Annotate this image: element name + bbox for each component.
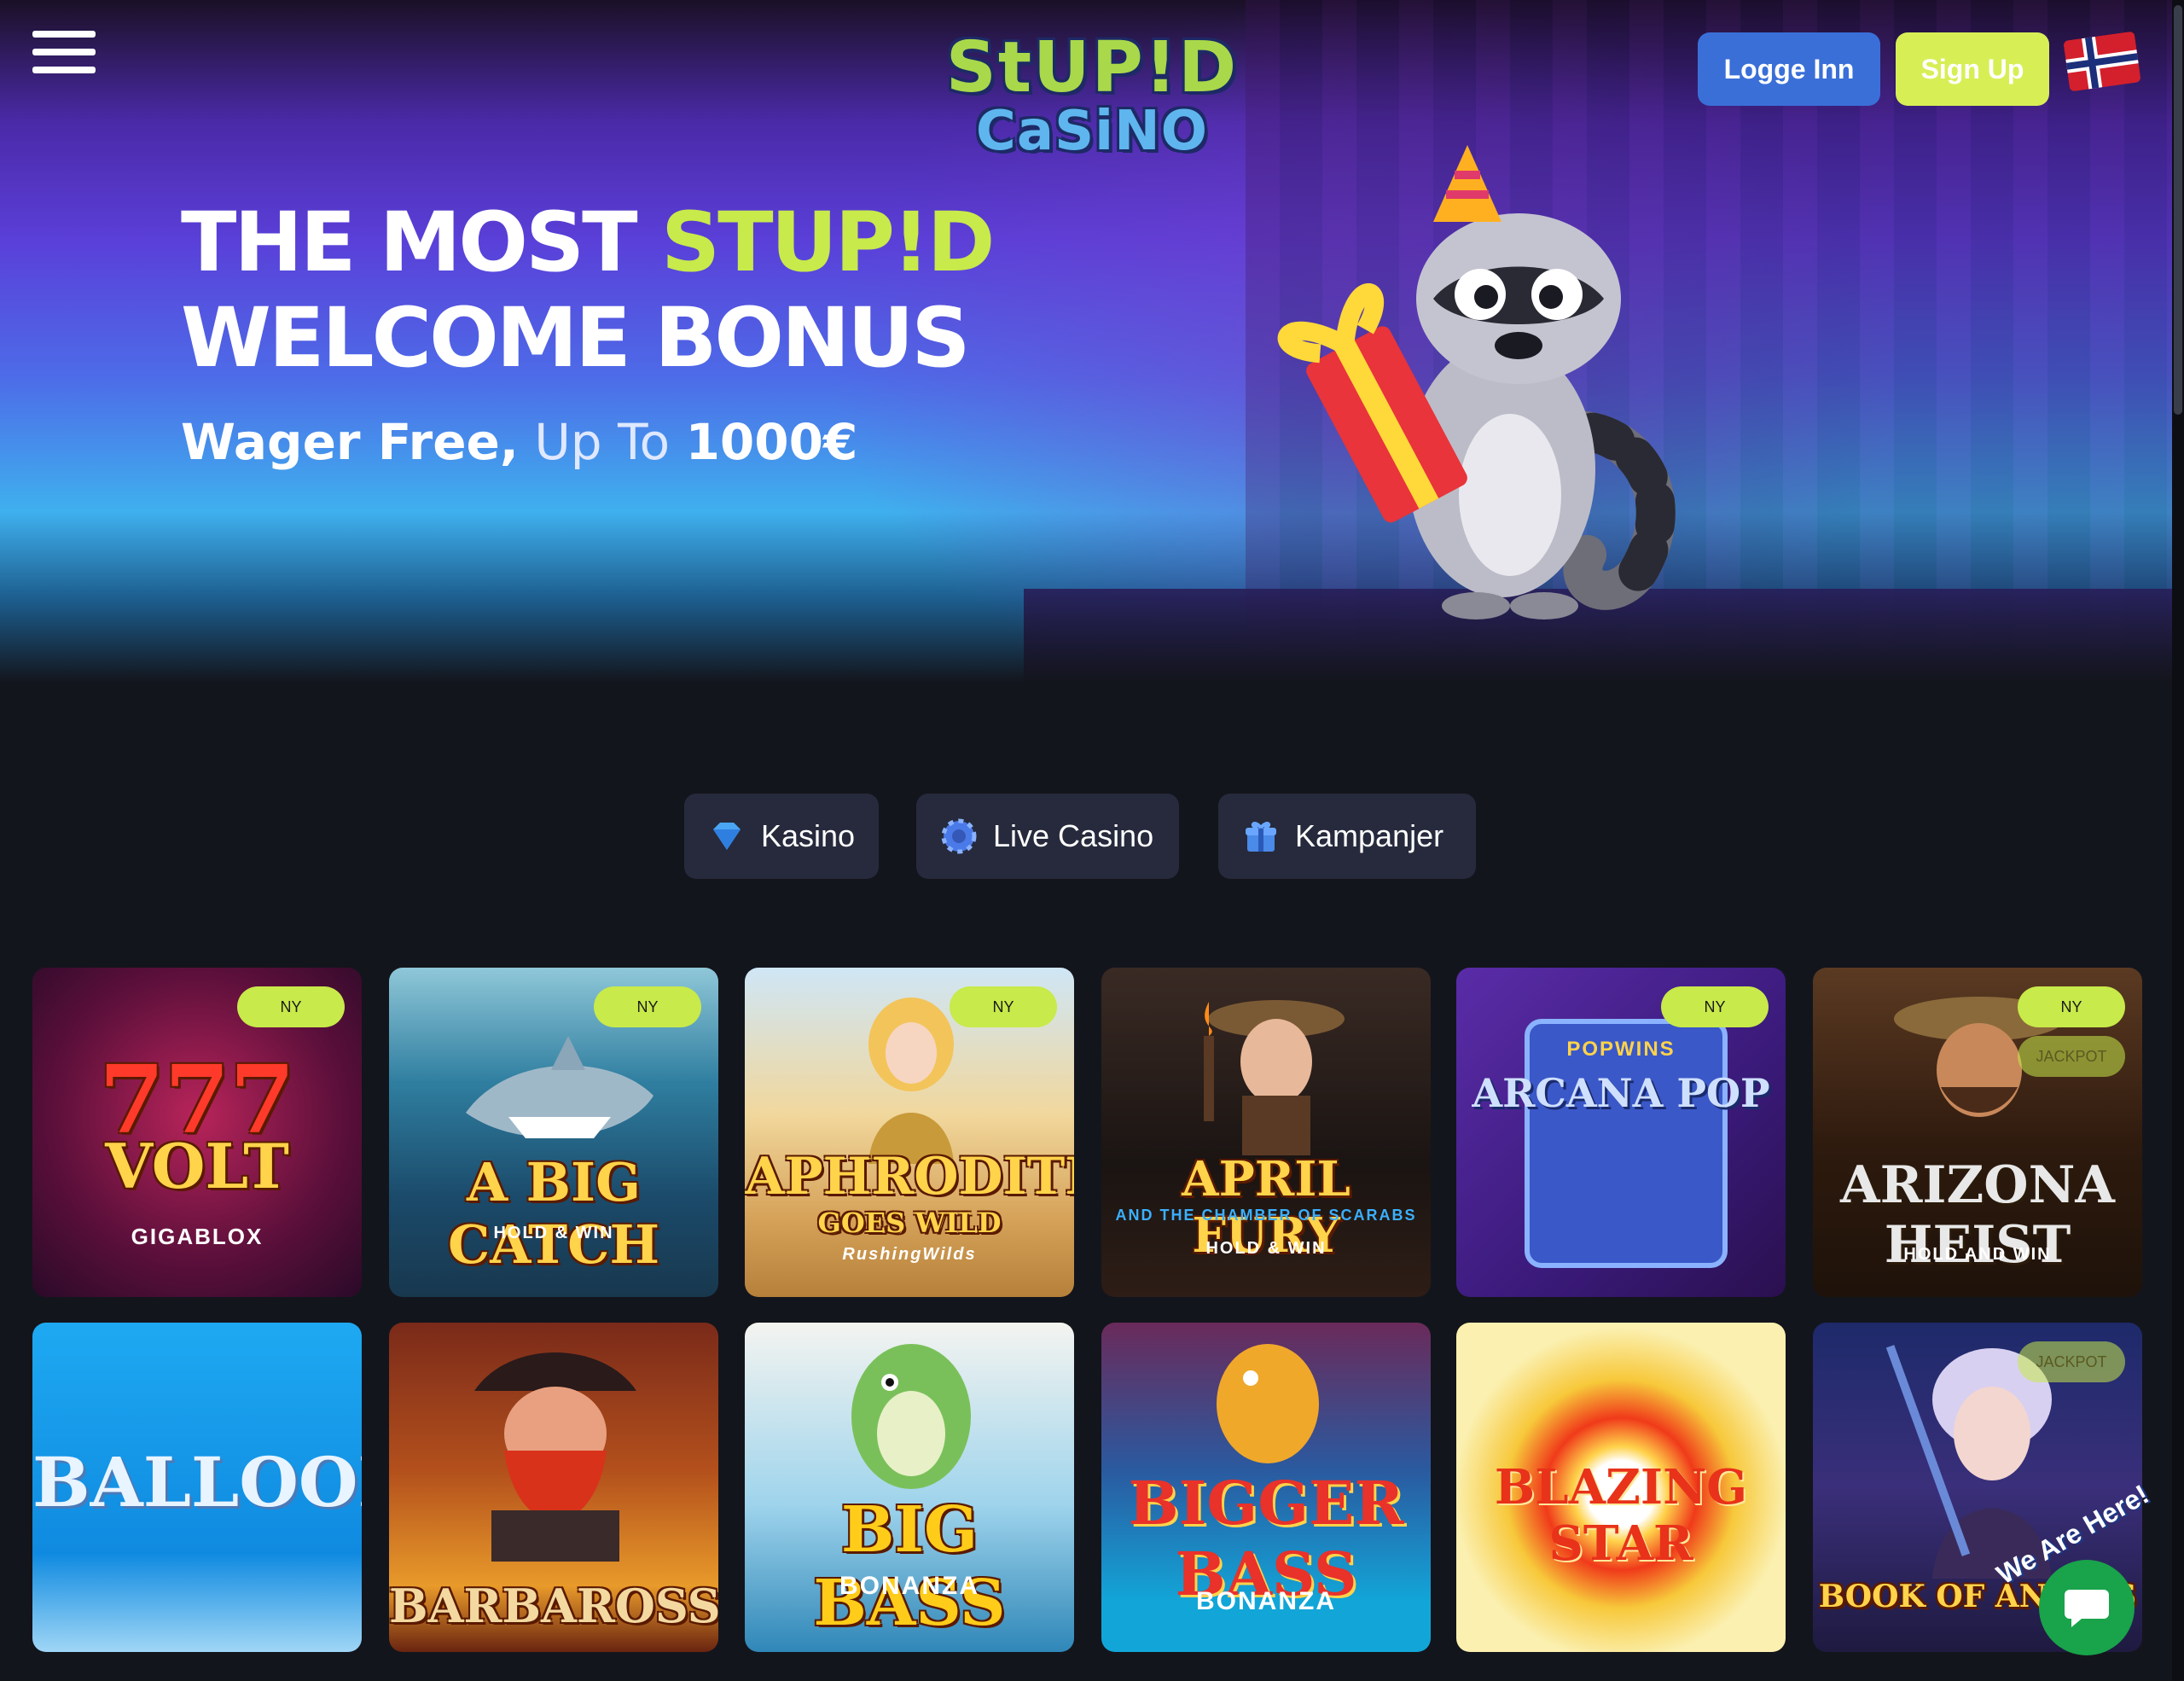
chip-icon bbox=[941, 818, 977, 854]
tab-label: Kasino bbox=[761, 818, 856, 853]
hamburger-menu-icon[interactable] bbox=[32, 31, 96, 79]
game-title: BIG BASS bbox=[813, 1493, 1006, 1640]
golden-fish-icon bbox=[1217, 1344, 1319, 1463]
game-tile-arcana-pop[interactable]: POPWINS ARCANA POP NY bbox=[1456, 968, 1786, 1297]
game-title: VOLT bbox=[105, 1130, 289, 1202]
subline-bold: Wager Free, bbox=[181, 413, 519, 471]
hero-subline: Wager Free, Up To 1000€ bbox=[181, 413, 857, 471]
headline-line1: THE MOST bbox=[181, 195, 662, 290]
game-tile-april-fury[interactable]: APRIL FURY AND THE CHAMBER OF SCARABS HO… bbox=[1101, 968, 1431, 1297]
hero-headline: THE MOST STUP!D WELCOME BONUS bbox=[181, 195, 995, 386]
tab-kampanjer[interactable]: Kampanjer bbox=[1218, 794, 1476, 879]
headline-accent: STUP!D bbox=[661, 195, 995, 290]
game-title: BLAZING STAR bbox=[1494, 1459, 1748, 1572]
game-title: ARCANA POP bbox=[1472, 1070, 1770, 1116]
game-top: AND THE CHAMBER OF SCARABS bbox=[1115, 1207, 1417, 1224]
scrollbar-thumb[interactable] bbox=[2174, 5, 2182, 415]
explorer-icon bbox=[1204, 1000, 1345, 1155]
game-tile-balloon[interactable]: BALLOON bbox=[32, 1323, 362, 1652]
game-title: A BIG CATCH bbox=[447, 1151, 660, 1276]
new-badge: NY bbox=[1661, 986, 1769, 1027]
chat-button[interactable] bbox=[2039, 1560, 2135, 1655]
logo-line1: StUP!D bbox=[945, 27, 1239, 108]
game-tile-barbarossa[interactable]: BARBAROSSA bbox=[389, 1323, 718, 1652]
game-title: APHRODITE bbox=[745, 1147, 1074, 1207]
tab-live-casino[interactable]: Live Casino bbox=[916, 794, 1179, 879]
category-tabs: Kasino Live Casino Kampanjer bbox=[0, 794, 2184, 879]
game-tile-big-catch[interactable]: A BIG CATCH HOLD & WIN NY bbox=[389, 968, 718, 1297]
tab-label: Live Casino bbox=[993, 818, 1154, 853]
tab-kasino[interactable]: Kasino bbox=[684, 794, 879, 879]
game-sub: HOLD AND WIN bbox=[1903, 1245, 2052, 1264]
diamond-icon bbox=[713, 823, 741, 850]
bass-fish-icon bbox=[851, 1344, 971, 1489]
headline-line2: WELCOME BONUS bbox=[181, 290, 970, 386]
pirate-icon bbox=[474, 1352, 636, 1562]
subline-amount: 1000€ bbox=[685, 413, 858, 471]
jackpot-badge: JACKPOT bbox=[2018, 1341, 2125, 1382]
logo-line2: CaSiNO bbox=[975, 100, 1209, 163]
new-badge: NY bbox=[237, 986, 345, 1027]
game-sub: BONANZA bbox=[1196, 1587, 1336, 1615]
subline-dim: Up To bbox=[518, 413, 686, 471]
norway-flag-icon[interactable] bbox=[2063, 31, 2141, 91]
game-top: POPWINS bbox=[1566, 1038, 1676, 1061]
game-sub: GIGABLOX bbox=[131, 1224, 264, 1249]
game-sub: HOLD & WIN bbox=[1205, 1239, 1327, 1258]
game-top: GOES WILD bbox=[817, 1207, 1002, 1239]
game-tile-volt[interactable]: 777 VOLT GIGABLOX NY bbox=[32, 968, 362, 1297]
hero-banner[interactable]: StUP!D CaSiNO Logge Inn Sign Up THE MOST… bbox=[0, 0, 2184, 683]
game-tile-big-bass-bonanza[interactable]: BIG BASS BONANZA bbox=[745, 1323, 1074, 1652]
raccoon-mascot-icon bbox=[1277, 145, 1676, 619]
game-sub: BONANZA bbox=[839, 1572, 979, 1600]
game-tile-bigger-bass-bonanza[interactable]: BIGGER BASS BONANZA bbox=[1101, 1323, 1431, 1652]
site-logo[interactable]: StUP!D CaSiNO bbox=[938, 32, 1246, 160]
game-sub: HOLD & WIN bbox=[493, 1224, 614, 1242]
signup-button[interactable]: Sign Up bbox=[1896, 32, 2049, 106]
tab-label: Kampanjer bbox=[1295, 818, 1444, 853]
game-tile-arizona-heist[interactable]: ARIZONA HEIST HOLD AND WIN NY JACKPOT bbox=[1813, 968, 2142, 1297]
chat-bubble-icon bbox=[2065, 1590, 2109, 1627]
game-sub: RushingWilds bbox=[842, 1245, 977, 1264]
login-button[interactable]: Logge Inn bbox=[1698, 32, 1880, 106]
game-tile-aphrodite[interactable]: APHRODITE GOES WILD RushingWilds NY bbox=[745, 968, 1074, 1297]
new-badge: NY bbox=[950, 986, 1057, 1027]
page-scrollbar[interactable] bbox=[2172, 0, 2184, 1681]
new-badge: NY bbox=[2018, 986, 2125, 1027]
new-badge: NY bbox=[594, 986, 701, 1027]
game-title: BALLOON bbox=[32, 1442, 362, 1522]
gift-icon bbox=[1246, 822, 1276, 852]
jackpot-badge: JACKPOT bbox=[2018, 1036, 2125, 1077]
game-tile-blazing-star[interactable]: BLAZING STAR bbox=[1456, 1323, 1786, 1652]
shark-icon bbox=[466, 1036, 653, 1138]
game-title: BARBAROSSA bbox=[389, 1579, 718, 1633]
